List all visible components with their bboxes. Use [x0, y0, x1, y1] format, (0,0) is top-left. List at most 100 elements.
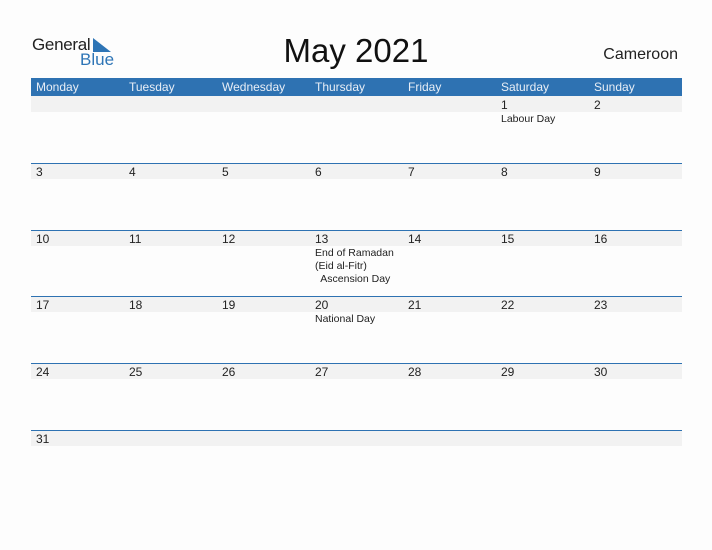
day-number: 5 [222, 165, 229, 179]
day-cell: 17 [31, 296, 124, 363]
day-cell: 18 [124, 296, 217, 363]
day-number: 29 [501, 365, 515, 379]
holiday-list: National Day [315, 313, 403, 326]
day-number [408, 96, 496, 112]
holiday-label: End of Ramadan [315, 247, 394, 259]
day-cell: 8 [496, 163, 589, 230]
week-row: 17 18 19 20 National Day 21 22 23 [31, 296, 682, 363]
country-label: Cameroon [603, 46, 678, 63]
day-cell: 9 [589, 163, 682, 230]
day-number: 24 [36, 365, 50, 379]
holiday-label: Labour Day [501, 113, 556, 125]
day-cell: 21 [403, 296, 496, 363]
holiday-label: Ascension Day [315, 273, 391, 285]
weekday-tuesday: Tuesday [129, 80, 175, 94]
weekday-saturday: Saturday [501, 80, 550, 94]
day-number: 19 [222, 298, 236, 312]
day-number: 3 [36, 165, 43, 179]
day-cell [589, 430, 682, 497]
weekday-thursday: Thursday [315, 80, 366, 94]
day-number [315, 96, 403, 112]
day-cell: 6 [310, 163, 403, 230]
day-number [129, 96, 217, 112]
day-cell [310, 430, 403, 497]
day-number: 16 [594, 232, 608, 246]
day-cell [496, 430, 589, 497]
day-number: 22 [501, 298, 515, 312]
day-cell: 24 [31, 363, 124, 430]
weekday-sunday: Sunday [594, 80, 635, 94]
day-cell: 7 [403, 163, 496, 230]
week-row: 3 4 5 6 7 8 9 [31, 163, 682, 230]
day-cell [403, 430, 496, 497]
day-number: 13 [315, 232, 329, 246]
day-number: 28 [408, 365, 422, 379]
day-cell: 12 [217, 230, 310, 297]
day-cell: 4 [124, 163, 217, 230]
day-cell: 31 [31, 430, 124, 497]
day-cell: 1 Labour Day [496, 96, 589, 163]
week-row: 1 Labour Day 2 [31, 96, 682, 163]
day-number: 23 [594, 298, 608, 312]
day-cell: 28 [403, 363, 496, 430]
day-number: 31 [36, 432, 50, 446]
day-number: 12 [222, 232, 236, 246]
day-cell [124, 430, 217, 497]
day-number [222, 430, 310, 446]
day-number: 14 [408, 232, 422, 246]
week-row: 24 25 26 27 28 29 30 [31, 363, 682, 430]
day-number: 9 [594, 165, 601, 179]
day-number: 4 [129, 165, 136, 179]
holiday-list: End of Ramadan (Eid al-Fitr) Ascension Da… [315, 247, 403, 286]
day-cell [31, 96, 124, 163]
weekday-header: Monday Tuesday Wednesday Thursday Friday… [31, 78, 682, 96]
week-row: 31 [31, 430, 682, 497]
day-number: 1 [501, 98, 508, 112]
day-number: 18 [129, 298, 143, 312]
day-number: 30 [594, 365, 608, 379]
day-number [315, 430, 403, 446]
holiday-label: (Eid al-Fitr) [315, 260, 367, 272]
day-cell [403, 96, 496, 163]
day-number [594, 430, 682, 446]
day-cell: 30 [589, 363, 682, 430]
day-cell: 20 National Day [310, 296, 403, 363]
day-number: 27 [315, 365, 329, 379]
day-number [222, 96, 310, 112]
day-cell: 22 [496, 296, 589, 363]
day-number [129, 430, 217, 446]
day-cell: 5 [217, 163, 310, 230]
day-cell: 11 [124, 230, 217, 297]
day-number: 17 [36, 298, 50, 312]
day-cell: 13 End of Ramadan (Eid al-Fitr) Ascension … [310, 230, 403, 297]
day-cell: 14 [403, 230, 496, 297]
day-number: 2 [594, 98, 601, 112]
day-number: 15 [501, 232, 515, 246]
day-number [501, 430, 589, 446]
day-cell: 3 [31, 163, 124, 230]
day-cell: 16 [589, 230, 682, 297]
weekday-monday: Monday [36, 80, 79, 94]
day-number: 10 [36, 232, 50, 246]
day-cell: 19 [217, 296, 310, 363]
day-cell: 15 [496, 230, 589, 297]
day-cell [217, 430, 310, 497]
week-row: 10 11 12 13 End of Ramadan (Eid al-Fitr) Asce… [31, 230, 682, 297]
day-number: 25 [129, 365, 143, 379]
day-cell: 26 [217, 363, 310, 430]
holiday-list: Labour Day [501, 113, 589, 126]
weekday-wednesday: Wednesday [222, 80, 286, 94]
day-cell: 29 [496, 363, 589, 430]
day-cell [310, 96, 403, 163]
day-cell: 25 [124, 363, 217, 430]
day-number: 21 [408, 298, 422, 312]
day-cell: 27 [310, 363, 403, 430]
day-number: 26 [222, 365, 236, 379]
weekday-friday: Friday [408, 80, 442, 94]
day-number [408, 430, 496, 446]
day-number: 7 [408, 165, 415, 179]
day-cell: 23 [589, 296, 682, 363]
day-cell: 10 [31, 230, 124, 297]
day-cell [124, 96, 217, 163]
day-number: 6 [315, 165, 322, 179]
